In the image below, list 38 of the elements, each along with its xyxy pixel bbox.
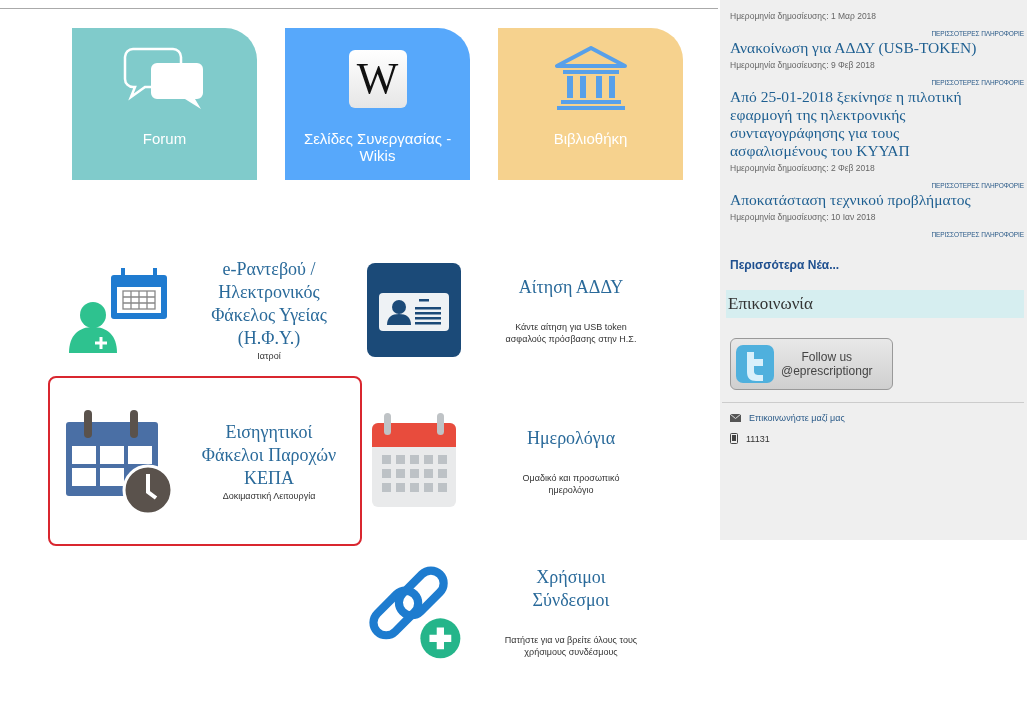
service-description: Ιατροί bbox=[257, 350, 281, 362]
service-card[interactable]: Εισηγητικοί Φάκελοι Παροχών ΚΕΠΑ Δοκιμαστική Λειτουργία bbox=[48, 376, 362, 546]
columns-building-icon bbox=[552, 46, 629, 112]
envelope-icon bbox=[730, 414, 741, 422]
more-news-link[interactable]: Περισσότερα Νέα... bbox=[730, 258, 840, 272]
news-date: Ημερομηνία δημοσίευσης: 9 Φεβ 2018 bbox=[730, 60, 876, 70]
news-title-link[interactable]: Αποκατάσταση τεχνικού προβλήματος bbox=[730, 191, 1024, 209]
service-title: e-Ραντεβού / Ηλεκτρονικός Φάκελος Υγείας (Η.Φ.Υ.) bbox=[210, 258, 328, 350]
news-title-link[interactable]: Ανακοίνωση για ΑΔΔΥ (USB-TOKEN) bbox=[730, 39, 1024, 57]
bird-logo-icon bbox=[735, 344, 775, 384]
news-date: Ημερομηνία δημοσίευσης: 2 Φεβ 2018 bbox=[730, 163, 876, 173]
section-heading: Επικοινωνία bbox=[726, 290, 1024, 318]
service-card[interactable]: Ημερολόγια Ομαδικό και προσωπικό ημερολόγιο bbox=[362, 376, 680, 546]
service-description: Πατήστε για να βρείτε όλους τους χρήσιμους συνδέσμους bbox=[503, 634, 639, 658]
service-card[interactable]: e-Ραντεβού / Ηλεκτρονικός Φάκελος Υγείας (Η.Φ.Υ.) Ιατροί bbox=[48, 250, 362, 370]
service-card[interactable]: Χρήσιμοι Σύνδεσμοι Πατήστε για να βρείτε όλους τους χρήσιμους συνδέσμους bbox=[362, 552, 680, 672]
phone-number: 11131 bbox=[746, 433, 770, 444]
news-date: Ημερομηνία δημοσίευσης: 1 Μαρ 2018 bbox=[730, 11, 878, 21]
tile-label: Βιβλιοθήκη bbox=[552, 130, 629, 147]
tile-link[interactable]: W Σελίδες Συνεργασίας - Wikis bbox=[285, 28, 470, 180]
id-card-icon bbox=[367, 263, 461, 357]
contact-link[interactable]: Επικοινωνήστε μαζί μας bbox=[749, 413, 845, 423]
service-description: Δοκιμαστική Λειτουργία bbox=[222, 489, 316, 502]
service-title: Αίτηση ΑΔΔΥ bbox=[518, 275, 624, 299]
wiki-logo-icon: W bbox=[348, 50, 407, 108]
service-description: Ομαδικό και προσωπικό ημερολόγιο bbox=[521, 471, 621, 496]
twitter-follow-button[interactable]: Follow us @eprescriptiongr bbox=[730, 338, 893, 390]
service-title: Χρήσιμοι Σύνδεσμοι bbox=[531, 566, 611, 612]
news-date: Ημερομηνία δημοσίευσης: 10 Ιαν 2018 bbox=[730, 212, 877, 222]
news-title-link[interactable]: Από 25-01-2018 ξεκίνησε η πιλοτική εφαρμογή της ηλεκτρονικής συνταγογράφησης για τους ασφαλισμένους του ΚΥΥΑΠ bbox=[730, 88, 1024, 160]
tile-label: Σελίδες Συνεργασίας - Wikis bbox=[302, 130, 453, 164]
service-card[interactable]: Αίτηση ΑΔΔΥ Κάντε αίτηση για USB token ασφαλούς πρόσβασης στην Η.Σ. bbox=[362, 250, 680, 370]
service-title: Ημερολόγια bbox=[526, 426, 616, 450]
phone-icon bbox=[730, 433, 738, 444]
service-description: Κάντε αίτηση για USB token ασφαλούς πρόσβασης στην Η.Σ. bbox=[504, 320, 638, 345]
tile-label: Forum bbox=[141, 130, 188, 147]
calendar-icon bbox=[372, 413, 456, 509]
service-title: Εισηγητικοί Φάκελοι Παροχών ΚΕΠΑ bbox=[200, 420, 338, 490]
